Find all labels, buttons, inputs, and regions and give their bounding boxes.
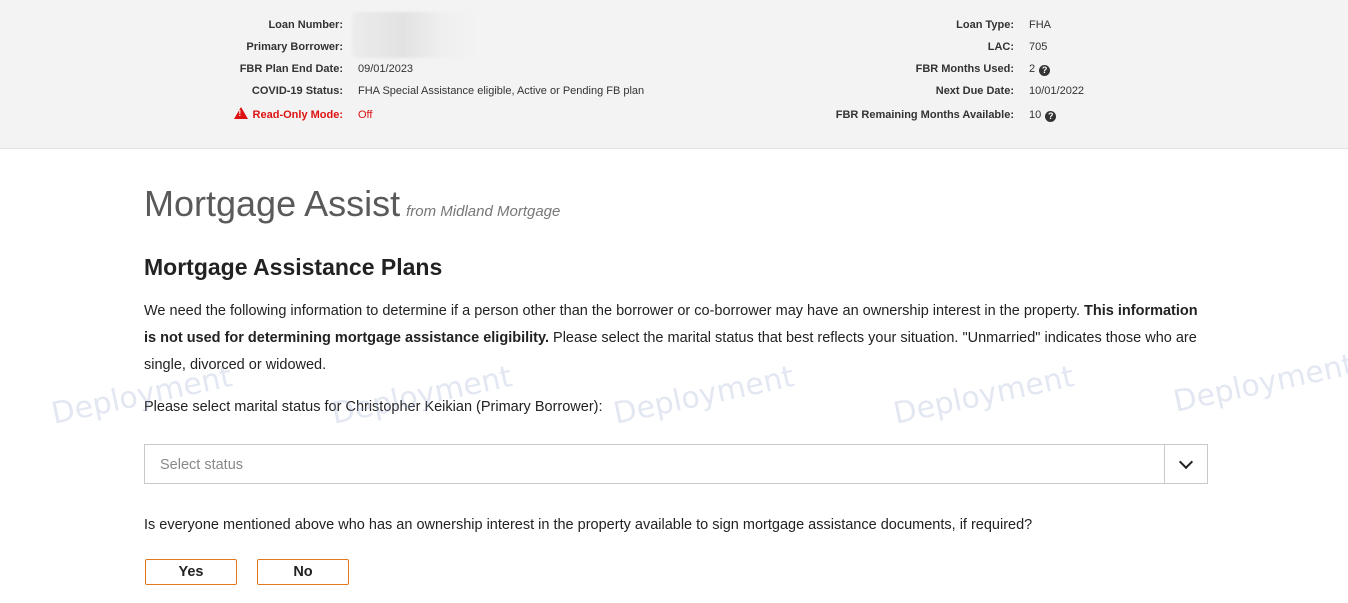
info-paragraph: We need the following information to det… bbox=[144, 298, 1210, 379]
dropdown-toggle[interactable] bbox=[1164, 445, 1207, 483]
fbr-months-used-value: 2 bbox=[1029, 63, 1036, 75]
signing-question: Is everyone mentioned above who has an o… bbox=[144, 517, 1033, 533]
fbr-months-used-wrap: 2? bbox=[1029, 61, 1051, 77]
fbr-months-used-label: FBR Months Used: bbox=[915, 63, 1014, 75]
app-title: Mortgage Assist from Midland Mortgage bbox=[144, 183, 560, 225]
chevron-down-icon bbox=[1178, 454, 1194, 470]
app-title-text: Mortgage Assist bbox=[144, 183, 401, 224]
loan-type-value: FHA bbox=[1029, 19, 1051, 31]
next-due-date-row: Next Due Date: 10/01/2022 bbox=[0, 83, 1200, 99]
next-due-date-value: 10/01/2022 bbox=[1029, 85, 1085, 97]
fbr-remaining-value: 10 bbox=[1029, 109, 1042, 121]
fbr-remaining-row: FBR Remaining Months Available: 10? bbox=[0, 107, 1200, 123]
fbr-months-used-row: FBR Months Used: 2? bbox=[0, 61, 1200, 77]
no-button[interactable]: No bbox=[257, 559, 349, 585]
app-subtitle: from Midland Mortgage bbox=[406, 203, 561, 220]
lac-row: LAC: 705 bbox=[0, 39, 1200, 55]
lac-label: LAC: bbox=[987, 41, 1014, 53]
yes-button[interactable]: Yes bbox=[145, 559, 237, 585]
marital-status-select[interactable]: Select status bbox=[144, 444, 1208, 484]
select-placeholder: Select status bbox=[160, 457, 244, 473]
loan-type-label: Loan Type: bbox=[956, 19, 1014, 31]
para-part1: We need the following information to det… bbox=[144, 303, 1085, 319]
help-icon[interactable]: ? bbox=[1039, 65, 1051, 76]
help-icon[interactable]: ? bbox=[1045, 111, 1057, 122]
fbr-remaining-wrap: 10? bbox=[1029, 107, 1057, 123]
loan-info-bar: Loan Number: Primary Borrower: FBR Plan … bbox=[0, 0, 1348, 149]
next-due-date-label: Next Due Date: bbox=[935, 85, 1014, 97]
fbr-remaining-label: FBR Remaining Months Available: bbox=[835, 109, 1014, 121]
loan-type-row: Loan Type: FHA bbox=[0, 17, 1200, 33]
lac-value: 705 bbox=[1029, 41, 1048, 53]
section-title: Mortgage Assistance Plans bbox=[144, 254, 443, 280]
marital-status-prompt: Please select marital status for Christo… bbox=[144, 399, 603, 415]
